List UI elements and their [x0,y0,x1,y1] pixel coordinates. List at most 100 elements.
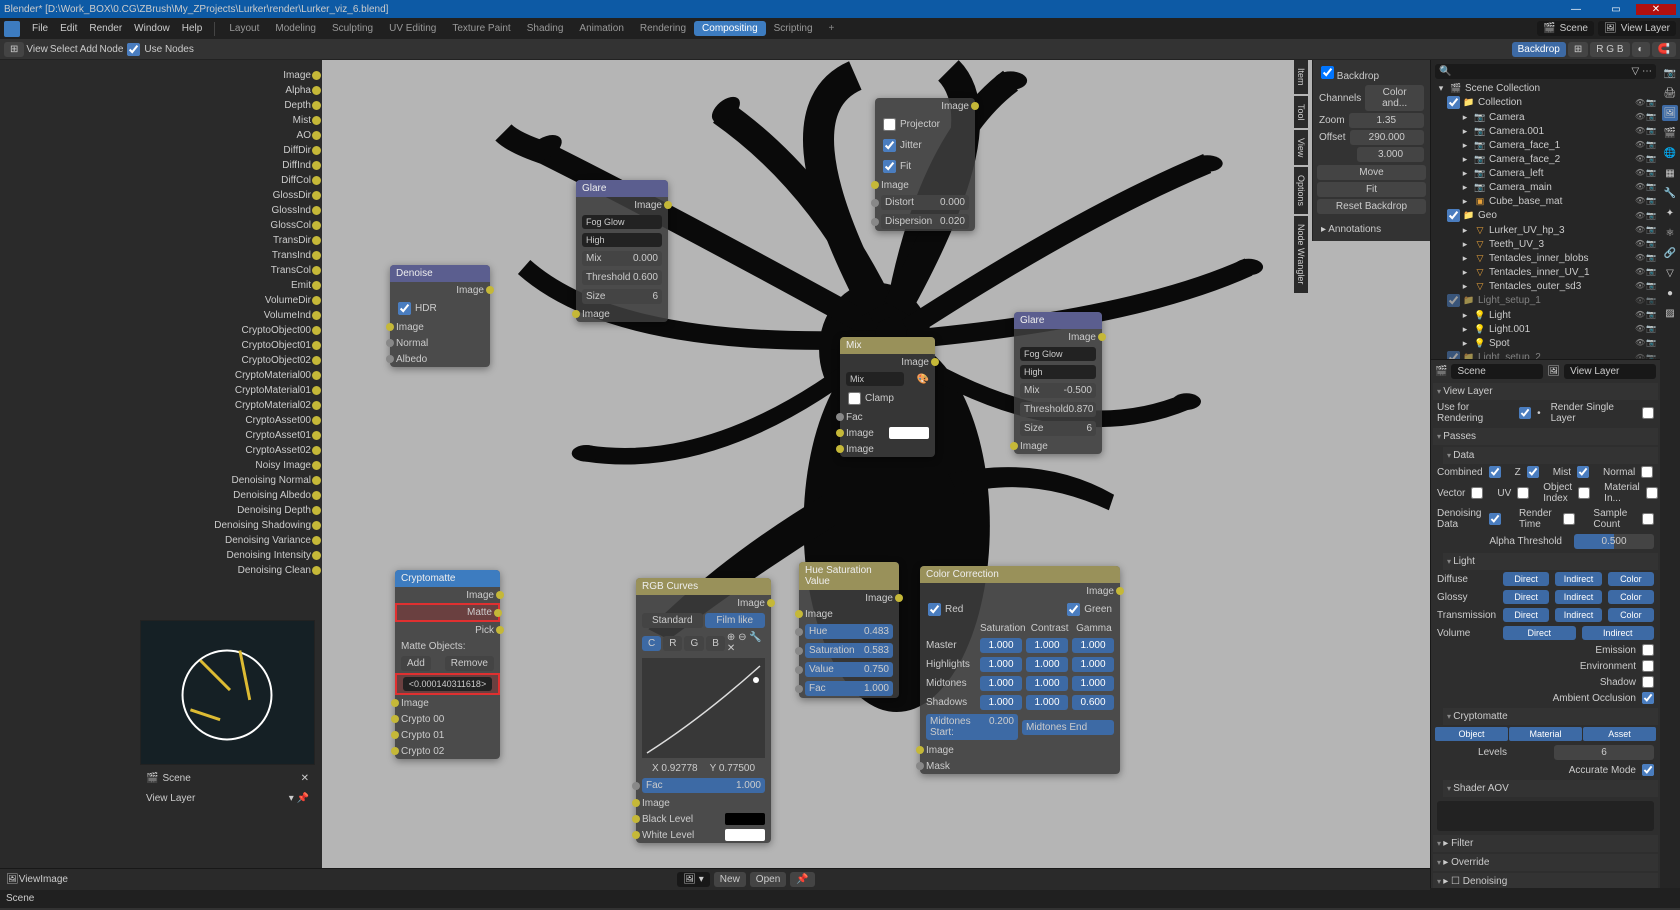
output-socket[interactable]: CryptoAsset00 [140,413,315,428]
output-socket[interactable]: GlossDir [140,188,315,203]
output-socket[interactable]: Denoising Shadowing [140,518,315,533]
editor-type-icon[interactable]: ⊞ [4,42,24,57]
reset-backdrop-button[interactable]: Reset Backdrop [1317,199,1426,214]
workspace-tab[interactable]: Animation [571,21,631,36]
output-socket[interactable]: TransDir [140,233,315,248]
viewlayer-tab-icon[interactable]: 🖼 [1662,105,1678,121]
output-socket[interactable]: DiffCol [140,173,315,188]
mix-node[interactable]: Mix Image Mix🎨 Clamp Fac Image Image [840,337,935,457]
outliner-item[interactable]: ▸📷Camera_face_1👁📷 [1433,138,1658,152]
output-socket[interactable]: DiffInd [140,158,315,173]
outliner-item[interactable]: 📁Geo👁📷 [1433,208,1658,223]
cryptomatte-node[interactable]: Cryptomatte Image Matte Pick Matte Objec… [395,570,500,759]
editor-type-icon[interactable]: 🖼 [6,874,19,885]
output-socket[interactable]: TransInd [140,248,315,263]
outliner-item[interactable]: ▸💡Light👁📷 [1433,308,1658,322]
image-datablock[interactable]: 🖼 ▾ [677,872,710,887]
physics-tab-icon[interactable]: ⚛ [1662,225,1678,241]
workspace-tab[interactable]: Shading [519,21,572,36]
outliner-search[interactable]: 🔍 ▽ ⋯ [1435,64,1656,79]
hdr-checkbox[interactable] [398,302,411,315]
node-menu[interactable]: Node [99,44,123,55]
output-socket[interactable]: GlossCol [140,218,315,233]
remove-button[interactable]: Remove [445,656,494,671]
close-button[interactable]: ✕ [1636,4,1676,15]
menu-edit[interactable]: Edit [54,21,83,36]
blender-logo-icon[interactable] [4,21,20,37]
output-socket[interactable]: CryptoMaterial02 [140,398,315,413]
node-input[interactable]: Albedo [396,354,427,365]
scene-field[interactable]: 🎬 Scene✕ [140,770,315,787]
menu-render[interactable]: Render [83,21,128,36]
output-socket[interactable]: CryptoMaterial00 [140,368,315,383]
output-socket[interactable]: Emit [140,278,315,293]
rgb-curves-node[interactable]: RGB Curves Image StandardFilm like C R G… [636,578,771,843]
workspace-tab[interactable]: Layout [221,21,267,36]
output-socket[interactable]: Denoising Albedo [140,488,315,503]
view-menu[interactable]: View [26,44,48,55]
glare-type-dropdown[interactable]: Fog Glow [582,215,662,229]
data-tab-icon[interactable]: ▽ [1662,265,1678,281]
output-socket[interactable]: Denoising Variance [140,533,315,548]
properties-tabs[interactable]: 📷 🖨 🖼 🎬 🌐 ▦ 🔧 ✦ ⚛ 🔗 ▽ ● ▨ [1660,60,1680,888]
workspace-tab[interactable]: Modeling [267,21,324,36]
world-tab-icon[interactable]: 🌐 [1662,145,1678,161]
output-socket[interactable]: CryptoObject02 [140,353,315,368]
output-socket[interactable]: CryptoObject01 [140,338,315,353]
glare-quality-dropdown[interactable]: High [582,233,662,247]
scene-tab-icon[interactable]: 🎬 [1662,125,1678,141]
view-layer-selector[interactable]: 🖼 View Layer [1598,21,1676,36]
outliner-item[interactable]: ▸📷Camera.001👁📷 [1433,124,1658,138]
outliner[interactable]: 🔍 ▽ ⋯ ▾🎬Scene Collection 📁Collection👁📷▸📷… [1431,60,1660,360]
constraints-tab-icon[interactable]: 🔗 [1662,245,1678,261]
outliner-item[interactable]: ▸▽Teeth_UV_3👁📷 [1433,237,1658,251]
output-socket[interactable]: Denoising Depth [140,503,315,518]
outliner-item[interactable]: ▸📷Camera👁📷 [1433,110,1658,124]
menu-file[interactable]: File [26,21,54,36]
move-button[interactable]: Move [1317,165,1426,180]
minimize-button[interactable]: — [1556,4,1596,15]
glare-node[interactable]: Glare Image Fog Glow High Mix0.000 Thres… [576,180,668,322]
add-workspace-button[interactable]: + [823,21,841,36]
new-button[interactable]: New [714,872,746,887]
outliner-item[interactable]: ▸💡Spot👁📷 [1433,336,1658,350]
outliner-item[interactable]: ▸📷Camera_face_2👁📷 [1433,152,1658,166]
outliner-item[interactable]: ▸📷Camera_main👁📷 [1433,180,1658,194]
workspace-tab[interactable]: Sculpting [324,21,381,36]
pin-icon[interactable]: 📌 [790,872,814,887]
snap-toggle[interactable]: 🧲 [1652,42,1676,57]
output-socket[interactable]: Image [140,68,315,83]
glare-node-2[interactable]: Glare Image Fog Glow High Mix-0.500 Thre… [1014,312,1102,454]
output-tab-icon[interactable]: 🖨 [1662,85,1678,101]
open-button[interactable]: Open [750,872,786,887]
node-header[interactable]: Color Correction [920,566,1120,583]
workspace-tab[interactable]: Scripting [766,21,821,36]
node-header[interactable]: Denoise [390,265,490,282]
node-header[interactable]: Mix [840,337,935,354]
output-socket[interactable]: CryptoAsset01 [140,428,315,443]
matte-id-highlight[interactable]: <0.000140311618> [395,673,500,695]
outliner-item[interactable]: ▸📷Camera_left👁📷 [1433,166,1658,180]
denoise-node[interactable]: Denoise Image HDR Image Normal Albedo [390,265,490,367]
select-menu[interactable]: Select [50,44,78,55]
modifiers-tab-icon[interactable]: 🔧 [1662,185,1678,201]
use-nodes-checkbox[interactable]: Use Nodes [125,41,195,58]
channel-btn[interactable]: ⊞ [1568,42,1588,57]
outliner-item[interactable]: 📁Light_setup_1👁📷 [1433,293,1658,308]
color-picker-icon[interactable]: 🎨 [917,374,929,385]
add-menu[interactable]: Add [80,44,98,55]
channel-btn[interactable]: ◐ [1632,42,1650,57]
output-socket[interactable]: Denoising Clean [140,563,315,578]
menu-window[interactable]: Window [128,21,176,36]
outliner-item[interactable]: ▸▽Tentacles_outer_sd3👁📷 [1433,279,1658,293]
output-socket[interactable]: AO [140,128,315,143]
output-socket[interactable]: CryptoAsset02 [140,443,315,458]
fit-button[interactable]: Fit [1317,182,1426,197]
output-socket[interactable]: TransCol [140,263,315,278]
mix-mode-dropdown[interactable]: Mix [846,372,904,386]
outliner-item[interactable]: ▸▽Tentacles_inner_blobs👁📷 [1433,251,1658,265]
particles-tab-icon[interactable]: ✦ [1662,205,1678,221]
node-header[interactable]: Glare [1014,312,1102,329]
output-socket[interactable]: Alpha [140,83,315,98]
properties-panel[interactable]: 🎬Scene🖼View Layer View Layer Use for Ren… [1431,360,1660,888]
